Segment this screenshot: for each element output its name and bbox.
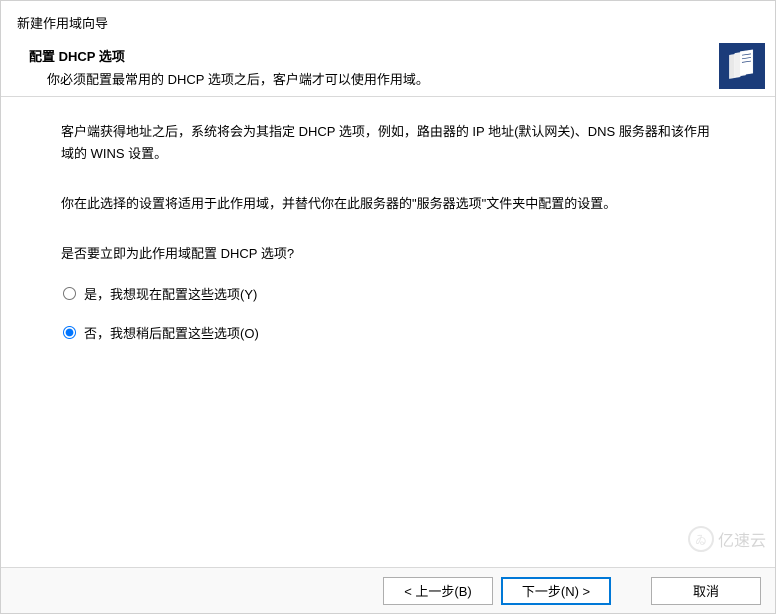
wizard-header: 新建作用域向导 配置 DHCP 选项 你必须配置最常用的 DHCP 选项之后，客… [1,1,775,97]
wizard-content: 客户端获得地址之后，系统将会为其指定 DHCP 选项，例如，路由器的 IP 地址… [1,97,775,567]
radio-option-yes[interactable]: 是，我想现在配置这些选项(Y) [63,284,715,303]
content-paragraph-1: 客户端获得地址之后，系统将会为其指定 DHCP 选项，例如，路由器的 IP 地址… [61,121,715,165]
documents-icon [719,43,765,89]
radio-yes-input[interactable] [63,287,76,300]
back-button[interactable]: < 上一步(B) [383,577,493,605]
content-question: 是否要立即为此作用域配置 DHCP 选项? [61,243,715,262]
cancel-button[interactable]: 取消 [651,577,761,605]
radio-no-label: 否，我想稍后配置这些选项(O) [84,323,259,342]
radio-option-no[interactable]: 否，我想稍后配置这些选项(O) [63,323,715,342]
radio-no-input[interactable] [63,326,76,339]
wizard-description: 你必须配置最常用的 DHCP 选项之后，客户端才可以使用作用域。 [47,69,759,88]
wizard-subtitle: 配置 DHCP 选项 [29,46,759,65]
radio-group: 是，我想现在配置这些选项(Y) 否，我想稍后配置这些选项(O) [63,284,715,342]
wizard-dialog: 新建作用域向导 配置 DHCP 选项 你必须配置最常用的 DHCP 选项之后，客… [0,0,776,614]
content-paragraph-2: 你在此选择的设置将适用于此作用域，并替代你在此服务器的"服务器选项"文件夹中配置… [61,193,715,215]
next-button[interactable]: 下一步(N) > [501,577,611,605]
wizard-footer: < 上一步(B) 下一步(N) > 取消 [1,567,775,613]
wizard-title: 新建作用域向导 [17,13,759,32]
radio-yes-label: 是，我想现在配置这些选项(Y) [84,284,257,303]
